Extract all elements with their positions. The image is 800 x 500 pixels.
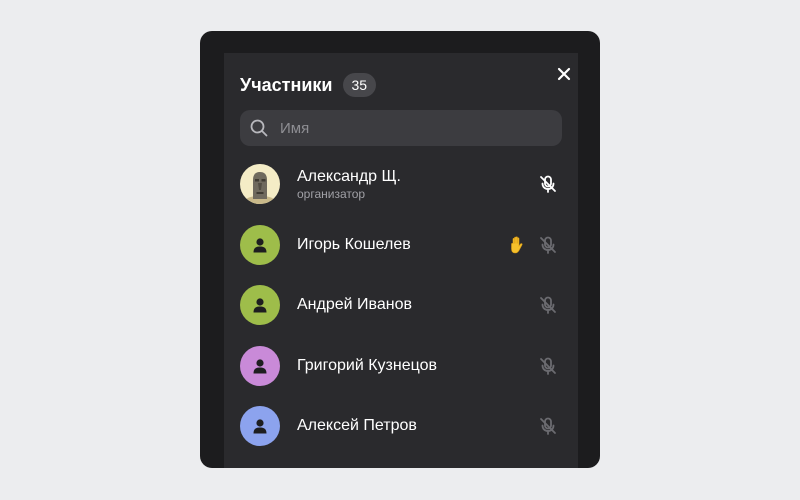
- person-icon: [251, 417, 269, 435]
- mic-muted-icon[interactable]: [538, 235, 558, 255]
- participant-row[interactable]: Александр Щ. организатор: [224, 164, 578, 225]
- avatar: [240, 406, 280, 446]
- participant-name: Андрей Иванов: [297, 296, 412, 313]
- participant-role: организатор: [297, 187, 366, 201]
- search-input[interactable]: [278, 109, 562, 147]
- close-icon: [557, 67, 571, 81]
- avatar: [240, 224, 280, 265]
- avatar: [240, 285, 280, 325]
- panel-header: Участники 35: [240, 73, 377, 97]
- person-icon: [251, 236, 269, 254]
- avatar: [240, 164, 280, 204]
- participant-list: Александр Щ. организатор Игорь Кошелев Андр…: [224, 164, 578, 467]
- participant-row[interactable]: Алексей Петров: [224, 406, 578, 467]
- participant-info: Александр Щ. организатор: [297, 164, 401, 204]
- participant-info: Алексей Петров: [297, 406, 417, 446]
- participant-row[interactable]: Игорь Кошелев: [224, 224, 578, 286]
- panel-title: Участники: [240, 74, 333, 95]
- participant-name: Григорий Кузнецов: [297, 356, 437, 374]
- participant-name: Игорь Кошелев: [297, 235, 411, 253]
- participant-count-badge: 35: [342, 73, 377, 97]
- mic-muted-icon[interactable]: [538, 416, 558, 436]
- person-icon: [251, 357, 269, 375]
- mic-muted-icon[interactable]: [538, 174, 558, 194]
- participant-row[interactable]: Григорий Кузнецов: [224, 345, 578, 407]
- person-icon: [251, 296, 269, 314]
- participant-info: Игорь Кошелев: [297, 225, 411, 265]
- avatar: [240, 345, 280, 386]
- participant-name: Алексей Петров: [297, 417, 417, 434]
- participant-row[interactable]: Андрей Иванов: [224, 285, 578, 346]
- participants-window: Участники 35 Александр Щ. организатор Игор…: [200, 31, 600, 468]
- participant-name: Александр Щ.: [297, 168, 401, 185]
- search-icon: [250, 119, 268, 137]
- raised-hand-icon: [507, 235, 527, 255]
- close-button[interactable]: [550, 60, 578, 88]
- participant-info: Григорий Кузнецов: [297, 346, 437, 386]
- mic-muted-icon[interactable]: [538, 295, 558, 315]
- mic-muted-icon[interactable]: [538, 356, 558, 376]
- search-box: [240, 109, 562, 147]
- participant-info: Андрей Иванов: [297, 285, 412, 325]
- participants-panel: Участники 35 Александр Щ. организатор Игор…: [224, 53, 578, 468]
